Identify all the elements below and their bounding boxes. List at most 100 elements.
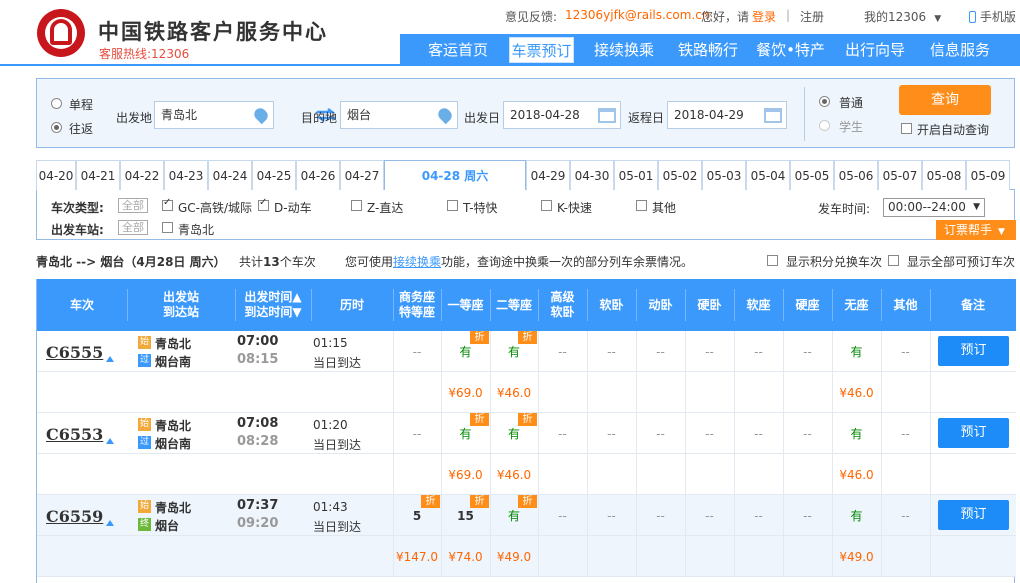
seat-availability[interactable]: --: [587, 331, 636, 372]
seat-availability[interactable]: 有: [832, 413, 881, 454]
nav-food[interactable]: 餐饮•特产: [753, 37, 828, 63]
oneway-radio[interactable]: [51, 98, 62, 109]
nav-info[interactable]: 信息服务: [924, 37, 996, 63]
booking-helper-button[interactable]: 订票帮手 ▼: [936, 220, 1016, 240]
date-tab[interactable]: 05-08: [922, 160, 966, 190]
expand-triangle-icon[interactable]: [106, 438, 114, 444]
seat-availability[interactable]: --: [587, 495, 636, 536]
seat-availability[interactable]: 有: [832, 495, 881, 536]
type-other-checkbox[interactable]: [636, 200, 647, 211]
type-all-button[interactable]: 全部: [118, 198, 148, 213]
column-divider: [930, 372, 931, 413]
price-row: ¥69.0 ¥46.0 ¥46.0: [37, 454, 1016, 495]
railway-logo[interactable]: [37, 9, 85, 57]
station-checkbox[interactable]: [162, 222, 173, 233]
type-z-checkbox[interactable]: [351, 200, 362, 211]
points-trains-checkbox[interactable]: [767, 255, 778, 266]
train-number-link[interactable]: C6553: [46, 425, 103, 444]
seat-availability[interactable]: --: [538, 331, 587, 372]
seat-availability[interactable]: --: [881, 495, 930, 536]
seat-availability[interactable]: --: [783, 413, 832, 454]
date-tab[interactable]: 04-23: [164, 160, 208, 190]
type-d-checkbox[interactable]: [258, 197, 269, 211]
nav-railway-pass[interactable]: 铁路畅行: [673, 37, 743, 63]
date-tab[interactable]: 05-01: [614, 160, 658, 190]
date-tab[interactable]: 04-28 周六: [384, 160, 526, 191]
station-all-button[interactable]: 全部: [118, 220, 148, 235]
seat-availability[interactable]: --: [538, 413, 587, 454]
seat-availability[interactable]: --: [393, 413, 441, 454]
student-radio[interactable]: [819, 120, 830, 131]
book-button[interactable]: 预订: [938, 418, 1009, 448]
column-divider: [734, 372, 735, 413]
my12306-menu[interactable]: 我的12306 ▼: [864, 8, 941, 25]
seat-availability[interactable]: --: [783, 495, 832, 536]
date-tab[interactable]: 04-21: [76, 160, 120, 190]
date-tab[interactable]: 04-22: [120, 160, 164, 190]
type-t-checkbox[interactable]: [447, 200, 458, 211]
date-tab[interactable]: 05-09: [966, 160, 1010, 190]
all-trains-checkbox[interactable]: [888, 255, 899, 266]
expand-triangle-icon[interactable]: [106, 356, 114, 362]
nav-ticket-booking[interactable]: 车票预订: [509, 37, 574, 63]
date-tab[interactable]: 04-26: [296, 160, 340, 190]
book-button[interactable]: 预订: [938, 500, 1009, 530]
book-button[interactable]: 预订: [938, 336, 1009, 366]
date-tab[interactable]: 04-27: [340, 160, 384, 190]
seat-availability[interactable]: --: [685, 413, 734, 454]
seat-availability[interactable]: --: [538, 495, 587, 536]
seat-availability[interactable]: --: [636, 495, 685, 536]
seat-availability[interactable]: --: [685, 331, 734, 372]
seat-availability[interactable]: --: [587, 413, 636, 454]
expand-triangle-icon[interactable]: [106, 520, 114, 526]
date-tab[interactable]: 05-06: [834, 160, 878, 190]
seat-availability[interactable]: --: [393, 331, 441, 372]
seat-availability[interactable]: --: [734, 495, 783, 536]
column-divider: [636, 331, 637, 372]
seat-availability[interactable]: --: [783, 331, 832, 372]
nav-guide[interactable]: 出行向导: [840, 37, 910, 63]
seat-availability[interactable]: --: [881, 331, 930, 372]
date-tab[interactable]: 04-20: [36, 160, 76, 190]
type-k-checkbox[interactable]: [541, 200, 552, 211]
mobile-link[interactable]: 手机版: [969, 8, 1016, 25]
to-input[interactable]: 烟台: [340, 101, 458, 129]
date-tab[interactable]: 05-07: [878, 160, 922, 190]
roundtrip-radio[interactable]: [51, 122, 62, 133]
date-tab[interactable]: 04-24: [208, 160, 252, 190]
depart-date-input[interactable]: 2018-04-28: [503, 101, 621, 129]
seat-availability[interactable]: --: [636, 331, 685, 372]
date-tab[interactable]: 05-03: [702, 160, 746, 190]
seat-availability[interactable]: --: [734, 413, 783, 454]
seat-availability[interactable]: --: [734, 331, 783, 372]
date-tab[interactable]: 04-29: [526, 160, 570, 190]
seat-availability[interactable]: --: [685, 495, 734, 536]
duration: 01:43: [313, 500, 348, 514]
query-button[interactable]: 查询: [899, 85, 991, 115]
return-date-input[interactable]: 2018-04-29: [667, 101, 787, 129]
nav-home[interactable]: 客运首页: [423, 37, 493, 63]
date-tab[interactable]: 05-02: [658, 160, 702, 190]
date-tab[interactable]: 05-05: [790, 160, 834, 190]
seat-availability[interactable]: --: [636, 413, 685, 454]
train-number-link[interactable]: C6559: [46, 507, 103, 526]
depart-time-select[interactable]: 00:00--24:00 ▼: [883, 198, 985, 217]
seat-availability[interactable]: 有: [832, 331, 881, 372]
date-tab[interactable]: 04-30: [570, 160, 614, 190]
feedback-email-link[interactable]: 12306yjfk@rails.com.cn: [565, 8, 709, 22]
roundtrip-label: 往返: [69, 122, 94, 136]
date-tab[interactable]: 04-25: [252, 160, 296, 190]
from-input[interactable]: 青岛北: [154, 101, 274, 129]
train-number-link[interactable]: C6555: [46, 343, 103, 362]
auto-query-checkbox[interactable]: [901, 123, 912, 134]
seat-availability[interactable]: --: [881, 413, 930, 454]
column-divider: [930, 495, 931, 536]
normal-radio[interactable]: [819, 96, 830, 107]
type-gc-checkbox[interactable]: [162, 197, 173, 211]
table-row: C6559 始终青岛北 烟台 07:37 09:20 01:43 当日到达 5 折 15 折有折 --…: [37, 495, 1016, 536]
date-tab[interactable]: 05-04: [746, 160, 790, 190]
transfer-link[interactable]: 接续换乘: [393, 255, 441, 269]
register-link[interactable]: 注册: [800, 8, 824, 25]
login-link[interactable]: 登录: [752, 8, 776, 25]
nav-transfer[interactable]: 接续换乘: [589, 37, 659, 63]
